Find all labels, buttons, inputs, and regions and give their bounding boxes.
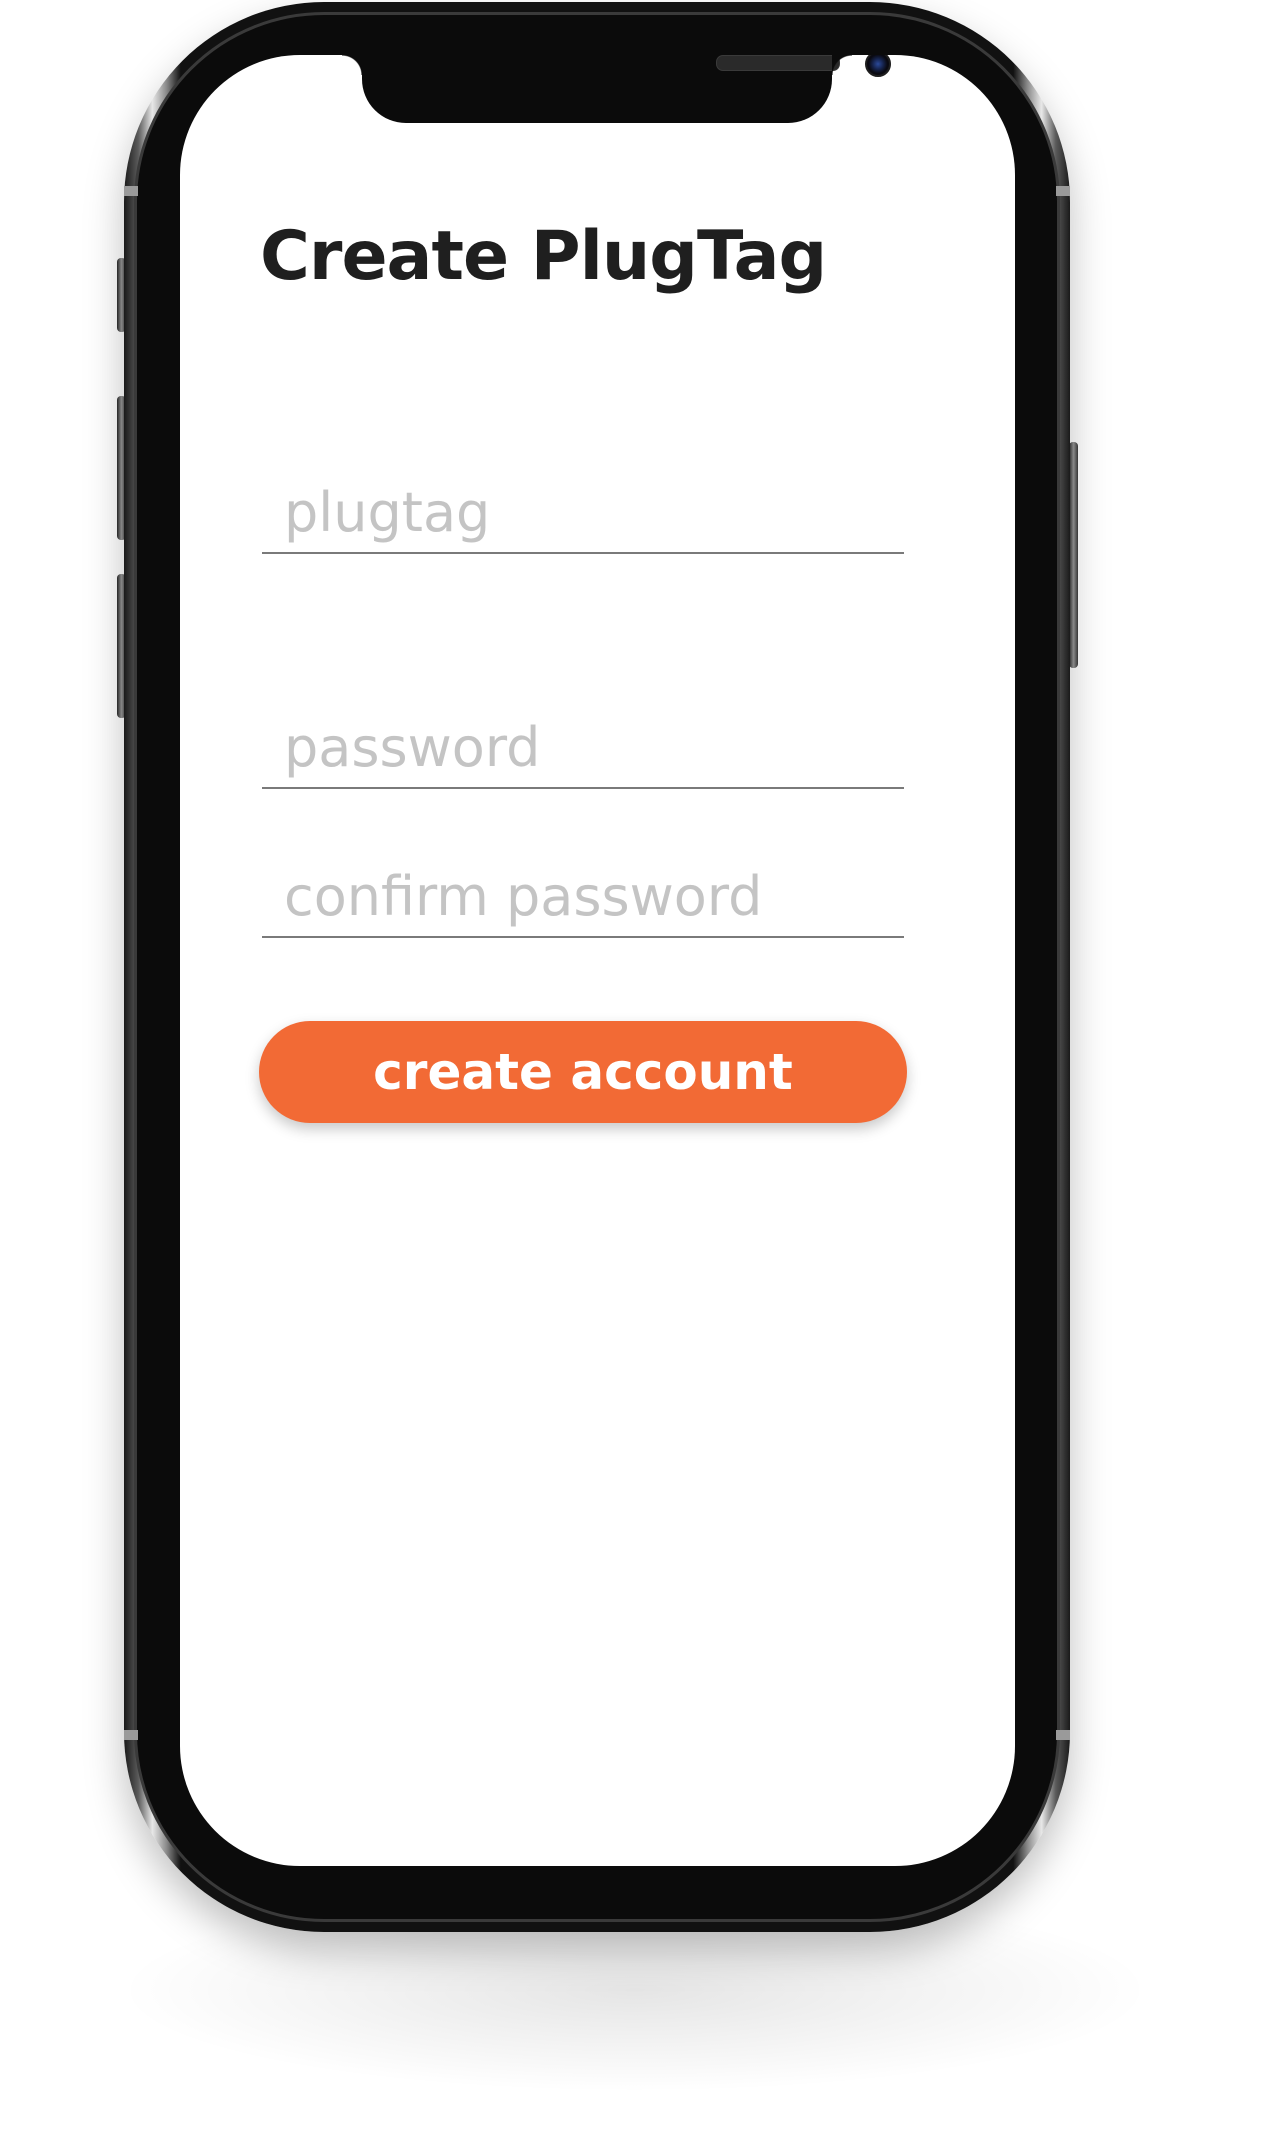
password-field[interactable] [262, 707, 904, 789]
power-button [1069, 442, 1078, 668]
antenna-band [124, 186, 138, 196]
phone-notch [342, 55, 891, 123]
antenna-band [124, 1730, 138, 1740]
plugtag-input[interactable] [262, 472, 904, 552]
password-input[interactable] [262, 707, 904, 787]
antenna-band [1056, 186, 1070, 196]
earpiece-speaker [716, 55, 840, 71]
page-title: Create PlugTag [260, 217, 827, 296]
front-camera-icon [865, 55, 891, 77]
confirm-password-field[interactable] [262, 856, 904, 938]
create-account-button[interactable]: create account [259, 1021, 907, 1123]
confirm-password-input[interactable] [262, 856, 904, 936]
phone-screen: Create PlugTag create account [180, 55, 1015, 1866]
plugtag-field[interactable] [262, 472, 904, 554]
antenna-band [1056, 1730, 1070, 1740]
